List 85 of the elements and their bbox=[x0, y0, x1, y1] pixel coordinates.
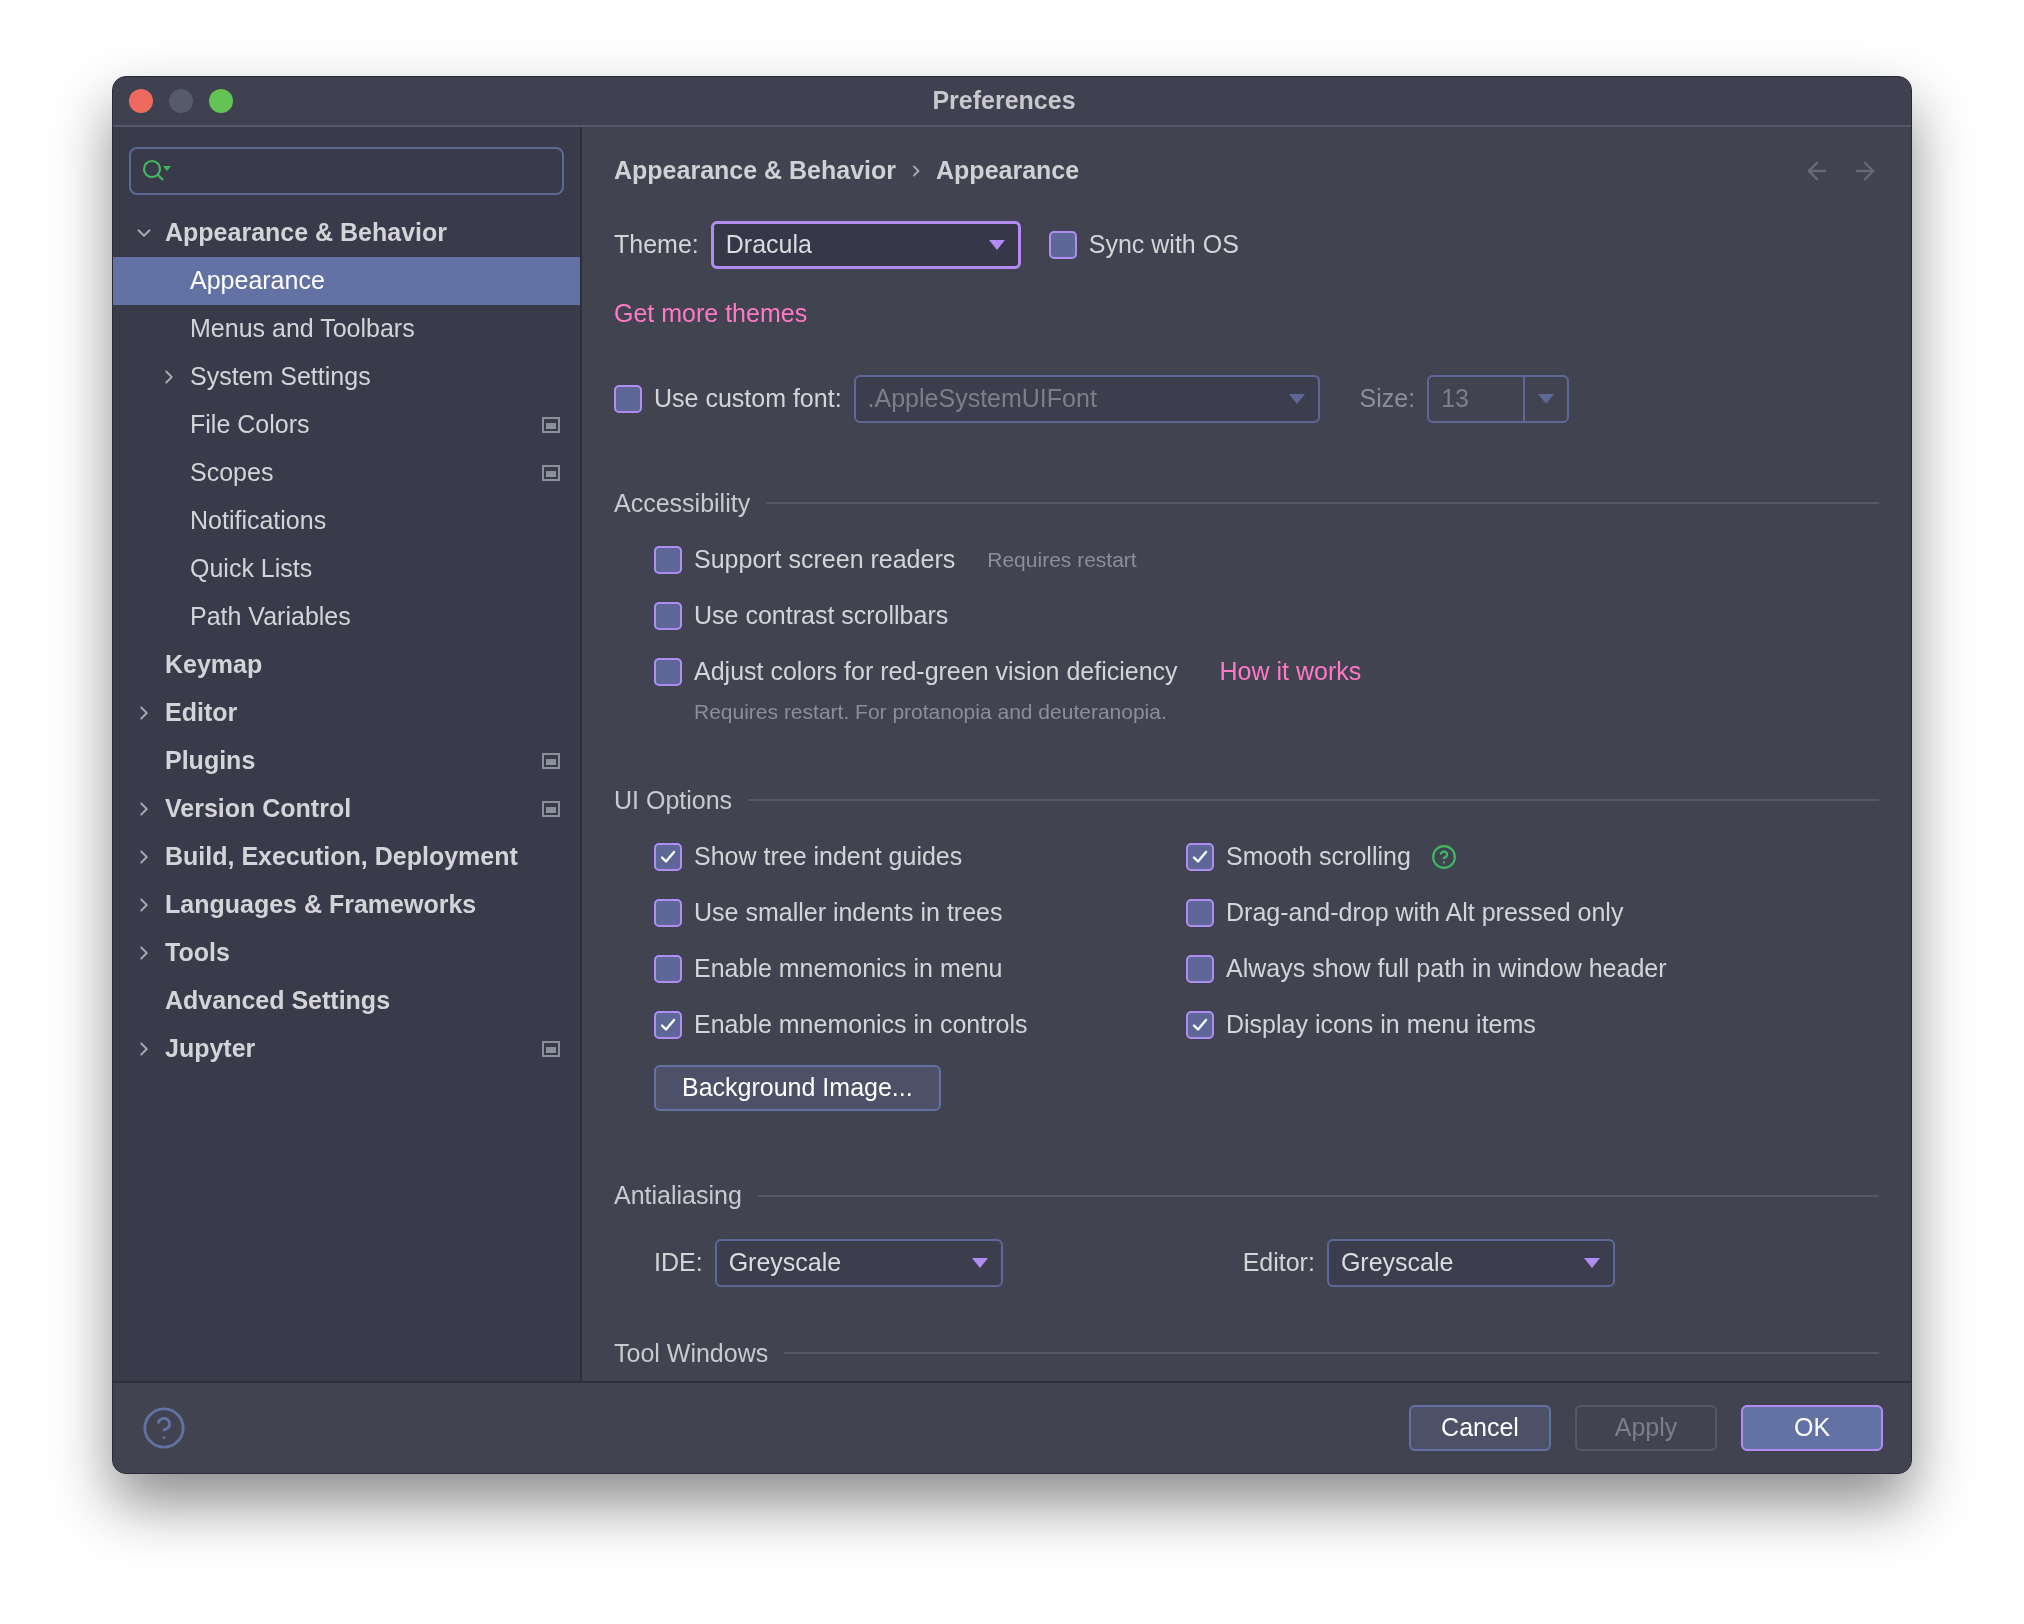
checkbox[interactable] bbox=[654, 1011, 682, 1039]
sidebar-item[interactable]: Advanced Settings bbox=[113, 977, 580, 1025]
checkbox-label: Sync with OS bbox=[1088, 229, 1239, 261]
project-icon bbox=[542, 417, 560, 433]
checkbox[interactable] bbox=[614, 384, 642, 413]
checkbox[interactable] bbox=[654, 899, 682, 927]
checkbox[interactable] bbox=[1048, 231, 1077, 259]
section-title: Antialiasing bbox=[614, 1180, 742, 1211]
checkbox[interactable] bbox=[1186, 1011, 1214, 1039]
project-icon bbox=[542, 801, 560, 817]
checkbox-label: Drag-and-drop with Alt pressed only bbox=[1226, 897, 1624, 929]
sidebar-item[interactable]: Menus and Toolbars bbox=[113, 305, 580, 353]
hint-text: Requires restart. For protanopia and deuteranopia. bbox=[693, 699, 1168, 725]
close-button[interactable] bbox=[129, 89, 153, 113]
checkmark-icon bbox=[1191, 848, 1209, 866]
dropdown-arrow-icon bbox=[1582, 1256, 1601, 1269]
checkbox[interactable] bbox=[1186, 955, 1214, 983]
checkbox[interactable] bbox=[654, 546, 682, 574]
checkbox-label: Use contrast scrollbars bbox=[694, 600, 949, 632]
dropdown-arrow-icon bbox=[970, 1256, 989, 1269]
breadcrumb-item: Appearance & Behavior bbox=[614, 155, 897, 187]
sidebar-item[interactable]: Tools bbox=[113, 929, 580, 977]
section-title: Tool Windows bbox=[614, 1337, 769, 1369]
breadcrumb-separator-icon bbox=[912, 165, 921, 177]
editor-antialiasing-dropdown[interactable]: Greyscale bbox=[1326, 1238, 1615, 1287]
checkmark-icon bbox=[659, 848, 677, 866]
get-more-themes-link[interactable]: Get more themes bbox=[614, 295, 808, 333]
how-it-works-link[interactable]: How it works bbox=[1219, 653, 1362, 691]
section-title: UI Options bbox=[614, 784, 733, 816]
checkbox-label: Support screen readers bbox=[694, 544, 956, 576]
sidebar-item[interactable]: Quick Lists bbox=[113, 545, 580, 593]
ide-label: IDE: bbox=[654, 1246, 703, 1278]
sidebar-item[interactable]: Plugins bbox=[113, 737, 580, 785]
project-icon bbox=[542, 1041, 560, 1057]
sidebar-item[interactable]: Jupyter bbox=[113, 1025, 580, 1073]
checkmark-icon bbox=[659, 1016, 677, 1034]
breadcrumb-item: Appearance bbox=[936, 155, 1080, 187]
dialog-button[interactable]: OK bbox=[1741, 1405, 1883, 1451]
checkbox-label: Enable mnemonics in menu bbox=[694, 953, 1003, 985]
dialog-button[interactable]: Cancel bbox=[1409, 1405, 1551, 1451]
checkbox-label: Display icons in menu items bbox=[1226, 1009, 1536, 1041]
sidebar-item[interactable]: Editor bbox=[113, 689, 580, 737]
section-title: Accessibility bbox=[614, 487, 751, 519]
checkbox-label: Adjust colors for red-green vision deficiency bbox=[694, 656, 1178, 688]
checkbox[interactable] bbox=[654, 658, 682, 686]
note-text: Requires restart bbox=[987, 547, 1137, 574]
help-icon[interactable] bbox=[1430, 844, 1457, 870]
checkbox-label: Use smaller indents in trees bbox=[694, 897, 1003, 929]
checkbox[interactable] bbox=[654, 843, 682, 871]
checkbox-label: Always show full path in window header bbox=[1226, 953, 1667, 985]
sidebar-item[interactable]: System Settings bbox=[113, 353, 580, 401]
search-field[interactable] bbox=[129, 147, 564, 195]
editor-label: Editor: bbox=[1242, 1246, 1315, 1278]
sidebar-item[interactable]: Scopes bbox=[113, 449, 580, 497]
sidebar-item[interactable]: Appearance bbox=[113, 257, 580, 305]
theme-dropdown[interactable]: Dracula bbox=[710, 221, 1021, 269]
checkbox[interactable] bbox=[1186, 899, 1214, 927]
dropdown-arrow-icon bbox=[1287, 392, 1306, 405]
sidebar-item[interactable]: Path Variables bbox=[113, 593, 580, 641]
checkmark-icon bbox=[1191, 1016, 1209, 1034]
checkbox-label: Smooth scrolling bbox=[1226, 841, 1411, 873]
sidebar-item[interactable]: Appearance & Behavior bbox=[113, 209, 580, 257]
project-icon bbox=[542, 753, 560, 769]
theme-label: Theme: bbox=[614, 229, 699, 261]
dropdown-arrow-icon bbox=[987, 239, 1006, 251]
checkbox-label: Enable mnemonics in controls bbox=[694, 1009, 1028, 1041]
sidebar-item[interactable]: Keymap bbox=[113, 641, 580, 689]
dropdown-arrow-icon bbox=[1537, 392, 1556, 405]
sidebar-item[interactable]: File Colors bbox=[113, 401, 580, 449]
checkbox-label: Show tree indent guides bbox=[694, 841, 963, 873]
help-icon[interactable] bbox=[141, 1405, 187, 1451]
sidebar-item[interactable]: Notifications bbox=[113, 497, 580, 545]
checkbox-label: Use custom font: bbox=[654, 382, 842, 414]
sidebar-item[interactable]: Languages & Frameworks bbox=[113, 881, 580, 929]
size-label: Size: bbox=[1359, 382, 1416, 414]
checkbox[interactable] bbox=[1186, 843, 1214, 871]
ide-antialiasing-dropdown[interactable]: Greyscale bbox=[714, 1238, 1003, 1287]
window-title: Preferences bbox=[932, 85, 1076, 117]
project-icon bbox=[542, 465, 560, 481]
background-image-button[interactable]: Background Image... bbox=[654, 1065, 941, 1111]
sidebar-item[interactable]: Build, Execution, Deployment bbox=[113, 833, 580, 881]
sidebar-item[interactable]: Version Control bbox=[113, 785, 580, 833]
checkbox[interactable] bbox=[654, 602, 682, 630]
checkbox[interactable] bbox=[654, 955, 682, 983]
zoom-button[interactable] bbox=[209, 89, 233, 113]
